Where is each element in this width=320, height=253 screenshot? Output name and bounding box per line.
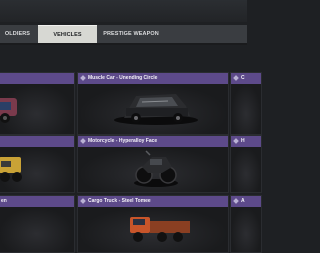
vehicle-card[interactable]: [0, 135, 75, 193]
card-title: Muscle Car - Unending Circle: [78, 73, 228, 84]
top-bar: [0, 0, 247, 22]
vehicle-card[interactable]: en: [0, 195, 75, 253]
motorcycle-image: [134, 150, 178, 187]
vehicle-card-muscle-car[interactable]: Muscle Car - Unending Circle: [77, 72, 229, 135]
card-title: en: [0, 196, 74, 207]
card-title: C: [231, 73, 261, 84]
vehicle-card[interactable]: A: [230, 195, 262, 253]
lock-icon: [233, 75, 239, 81]
vehicle-card[interactable]: C: [230, 72, 262, 135]
vehicle-card[interactable]: H: [230, 135, 262, 193]
lock-icon: [233, 198, 239, 204]
vehicle-card-cargo-truck[interactable]: Cargo Truck - Steel Tomee: [77, 195, 229, 253]
tab-soldiers[interactable]: OLDIERS: [0, 25, 35, 43]
muscle-car-image: [114, 94, 198, 125]
tab-divider: [0, 43, 247, 45]
card-title: Cargo Truck - Steel Tomee: [78, 196, 228, 207]
cargo-truck-image: [130, 217, 190, 242]
lock-icon: [80, 138, 86, 144]
lock-icon: [80, 198, 86, 204]
tab-prestige-weapon[interactable]: PRESTIGE WEAPON: [100, 25, 162, 43]
vehicle-image: [0, 98, 17, 123]
vehicle-card[interactable]: [0, 72, 75, 135]
lock-icon: [80, 75, 86, 81]
vehicle-card-motorcycle[interactable]: Motorcycle - Hyperalloy Face: [77, 135, 229, 193]
lock-icon: [233, 138, 239, 144]
tab-vehicles[interactable]: VEHICLES: [38, 25, 97, 44]
card-title: [0, 73, 74, 84]
card-title: Motorcycle - Hyperalloy Face: [78, 136, 228, 147]
card-title: H: [231, 136, 261, 147]
card-title: A: [231, 196, 261, 207]
vehicle-image: [0, 157, 22, 182]
tab-bar: OLDIERS VEHICLES PRESTIGE WEAPON: [0, 25, 247, 44]
card-title: [0, 136, 74, 147]
